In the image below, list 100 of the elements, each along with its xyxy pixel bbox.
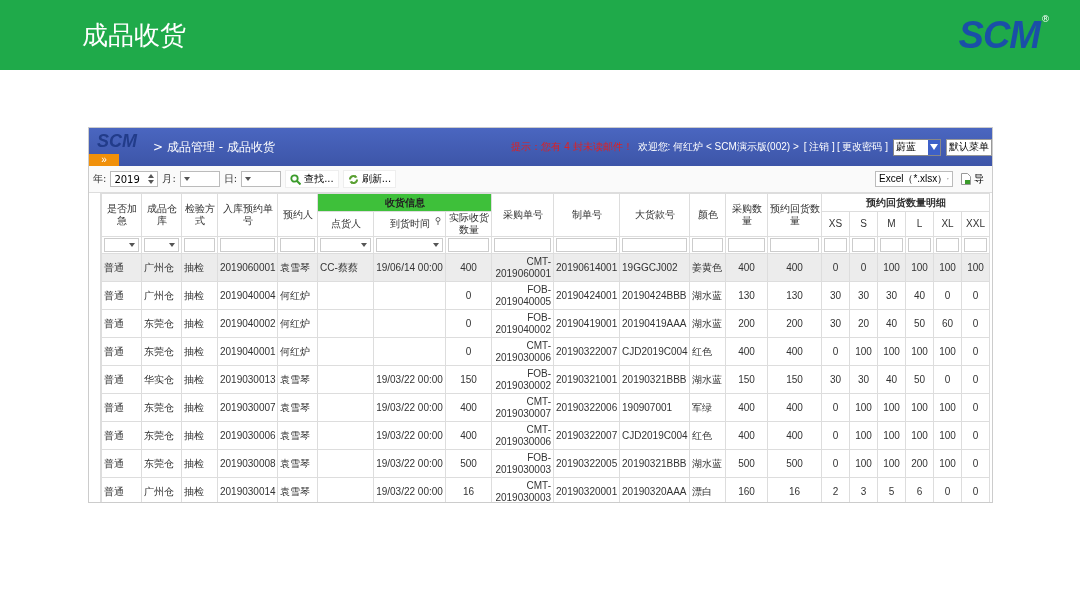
day-select[interactable] xyxy=(241,171,282,187)
table-cell: 20190321BBB xyxy=(622,457,687,469)
table-cell: 2019030006 xyxy=(220,429,276,441)
day-label: 日: xyxy=(223,172,238,186)
header-link[interactable]: [ 更改密码 ] xyxy=(836,140,888,154)
spinner-icon xyxy=(148,174,155,184)
table-cell: 100 xyxy=(883,457,900,469)
filter-field[interactable] xyxy=(880,238,903,252)
table-cell: 普通 xyxy=(104,401,124,413)
table-cell: 19GGCJ002 xyxy=(622,261,678,273)
table-cell: 抽检 xyxy=(184,373,204,385)
table-cell: 红色 xyxy=(692,429,712,441)
menu-button[interactable]: 默认菜单 xyxy=(946,138,992,156)
refresh-button[interactable]: 刷新... xyxy=(342,170,397,188)
table-cell: 2019030013 xyxy=(220,373,276,385)
filter-field[interactable] xyxy=(184,238,215,252)
table-cell: 100 xyxy=(855,429,872,441)
notice-text: 提示：您有 4 封未读邮件！ xyxy=(511,140,633,154)
month-select[interactable] xyxy=(179,171,220,187)
caret-icon xyxy=(169,243,175,247)
table-cell: CJD2019C004 xyxy=(622,429,688,441)
column-header: 预约回货数量 xyxy=(767,193,822,237)
caret-icon xyxy=(183,177,190,181)
welcome-text: 欢迎您: 何红炉 < SCM演示版(002) > xyxy=(637,140,799,154)
table-cell: 20190322005 xyxy=(556,457,618,469)
table-cell: 100 xyxy=(855,401,872,413)
filter-select[interactable] xyxy=(376,238,443,252)
slide-title: 成品收货 xyxy=(82,18,186,52)
table-cell: 20 xyxy=(857,317,870,329)
filter-field[interactable] xyxy=(494,238,551,252)
table-cell: 400 xyxy=(738,261,755,273)
filter-field[interactable] xyxy=(220,238,275,252)
table-cell: 0 xyxy=(465,345,472,357)
table-cell: 40 xyxy=(885,373,898,385)
table-cell: 400 xyxy=(786,429,803,441)
table-cell: 抽检 xyxy=(184,457,204,469)
table-cell: 漂白 xyxy=(692,485,712,497)
header-link[interactable]: [ 注销 ] xyxy=(803,140,835,154)
filter-field[interactable] xyxy=(936,238,959,252)
filter-field[interactable] xyxy=(692,238,723,252)
table-cell: FOB-2019040002 xyxy=(495,311,551,335)
table-cell: FOB-2019030002 xyxy=(495,367,551,391)
table-cell: 100 xyxy=(939,457,956,469)
table-cell: 0 xyxy=(944,289,951,301)
table-cell: 16 xyxy=(462,485,475,497)
filter-field[interactable] xyxy=(556,238,617,252)
table-cell: 50 xyxy=(913,373,926,385)
table-cell: 袁雪琴 xyxy=(280,457,310,469)
filter-field[interactable] xyxy=(770,238,819,252)
table-cell: 抽检 xyxy=(184,261,204,273)
filter-field[interactable] xyxy=(280,238,315,252)
table-cell: 19/03/22 00:00 xyxy=(376,429,443,441)
table-cell: CJD2019C004 xyxy=(622,345,688,357)
refresh-icon xyxy=(347,173,359,185)
filter-select[interactable] xyxy=(320,238,371,252)
table-cell: 2019030008 xyxy=(220,457,276,469)
filter-field[interactable] xyxy=(964,238,988,252)
theme-select[interactable]: 蔚蓝 xyxy=(893,138,941,156)
column-header: 采购数量 xyxy=(725,193,768,237)
filter-field[interactable] xyxy=(908,238,931,252)
table-cell: 150 xyxy=(738,373,755,385)
table-cell: 20190321BBB xyxy=(622,373,687,385)
table-cell: 20190614001 xyxy=(556,261,618,273)
table-cell: 0 xyxy=(832,457,839,469)
filter-field[interactable] xyxy=(448,238,489,252)
table-cell: 100 xyxy=(883,401,900,413)
column-header: 检验方式 xyxy=(181,193,218,237)
table-cell: 100 xyxy=(883,429,900,441)
table-cell: 400 xyxy=(786,261,803,273)
table-cell: 500 xyxy=(786,457,803,469)
breadcrumb: > 成品管理 - 成品收货 xyxy=(153,138,275,156)
filter-field[interactable] xyxy=(622,238,687,252)
pin-icon[interactable] xyxy=(435,217,441,225)
table-cell: 抽检 xyxy=(184,317,204,329)
format-select[interactable]: Excel（*.xlsx） xyxy=(875,171,953,187)
table-cell: CC-蔡蔡 xyxy=(320,261,358,273)
table-cell: 100 xyxy=(883,261,900,273)
year-field[interactable]: 2019 xyxy=(110,171,159,187)
export-button[interactable]: 导 xyxy=(957,170,988,188)
filter-select[interactable] xyxy=(144,238,179,252)
filter-field[interactable] xyxy=(852,238,875,252)
table-cell: 0 xyxy=(944,485,951,497)
filter-field[interactable] xyxy=(824,238,847,252)
table-cell: 2019040002 xyxy=(220,317,276,329)
find-button[interactable]: 查找... xyxy=(285,170,339,188)
table-cell: 湖水蓝 xyxy=(692,289,722,301)
table-cell: 0 xyxy=(832,345,839,357)
table-cell: 东莞仓 xyxy=(144,401,174,413)
table-cell: 200 xyxy=(738,317,755,329)
table-cell: 60 xyxy=(941,317,954,329)
filter-select[interactable] xyxy=(104,238,139,252)
table-cell: 160 xyxy=(738,485,755,497)
table-cell: 0 xyxy=(972,457,979,469)
table-cell: 500 xyxy=(738,457,755,469)
filter-field[interactable] xyxy=(728,238,765,252)
table-cell: 华实仓 xyxy=(144,373,174,385)
table-cell: 5 xyxy=(888,485,895,497)
table-cell: 抽检 xyxy=(184,401,204,413)
table-cell: 100 xyxy=(855,457,872,469)
table-cell: 2019040004 xyxy=(220,289,276,301)
